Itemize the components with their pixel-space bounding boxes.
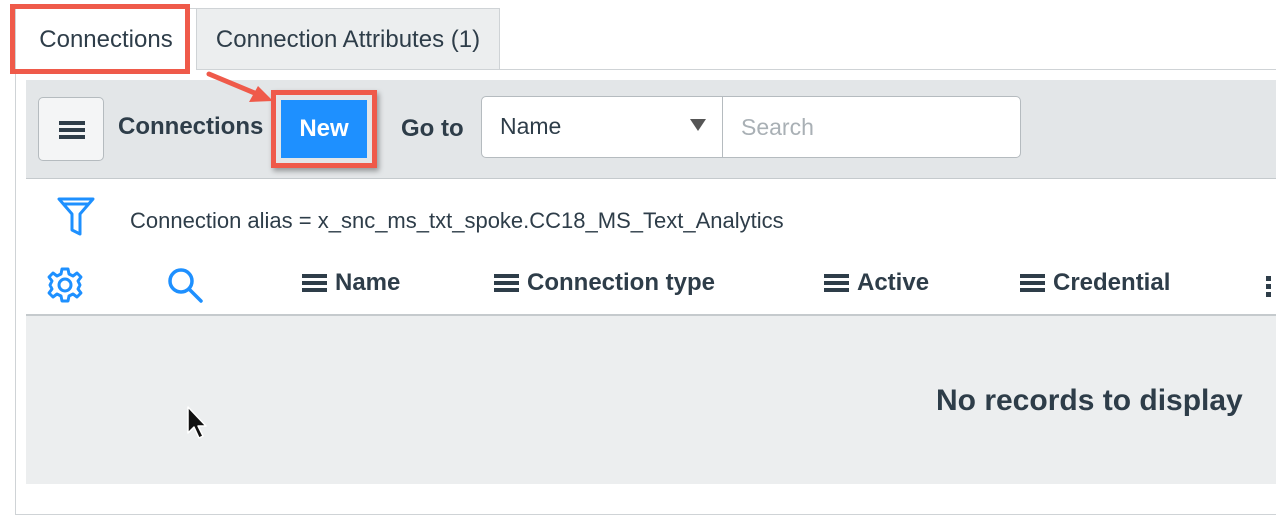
column-header-active[interactable]: Active <box>824 269 929 297</box>
annotation-highlight-new <box>271 90 377 168</box>
more-columns-icon[interactable] <box>1266 276 1276 300</box>
column-label: Name <box>335 269 401 296</box>
annotation-highlight-tab <box>10 4 190 74</box>
column-menu-icon[interactable] <box>494 274 519 292</box>
goto-field-value: Name <box>500 113 562 139</box>
hamburger-menu-icon-bar <box>59 128 85 132</box>
mouse-cursor-icon <box>187 406 207 439</box>
column-menu-icon[interactable] <box>1020 274 1045 292</box>
filter-breadcrumb[interactable]: Connection alias = x_snc_ms_txt_spoke.CC… <box>130 208 784 234</box>
column-label: Credential <box>1053 269 1171 296</box>
funnel-icon[interactable] <box>57 196 95 238</box>
column-header-credential[interactable]: Credential <box>1020 269 1170 297</box>
annotation-arrow-icon <box>206 71 273 102</box>
column-header-name[interactable]: Name <box>302 269 400 297</box>
search-icon[interactable] <box>166 266 204 304</box>
hamburger-menu-icon <box>59 121 85 125</box>
column-header-connection-type[interactable]: Connection type <box>494 269 715 297</box>
column-menu-icon[interactable] <box>302 274 327 292</box>
caret-down-icon <box>690 119 706 131</box>
goto-label: Go to <box>401 115 464 142</box>
column-menu-icon[interactable] <box>824 274 849 292</box>
gear-icon[interactable] <box>46 266 84 304</box>
list-title: Connections <box>118 113 264 140</box>
empty-state-message: No records to display <box>936 384 1243 417</box>
hamburger-menu-icon-bar <box>59 135 85 139</box>
list-context-menu-button[interactable] <box>38 97 104 161</box>
tab-connection-attributes[interactable]: Connection Attributes (1) <box>196 8 500 69</box>
column-label: Active <box>857 269 930 296</box>
column-label: Connection type <box>527 269 716 296</box>
search-input[interactable] <box>722 96 1021 158</box>
goto-field-select[interactable]: Name <box>481 96 724 158</box>
